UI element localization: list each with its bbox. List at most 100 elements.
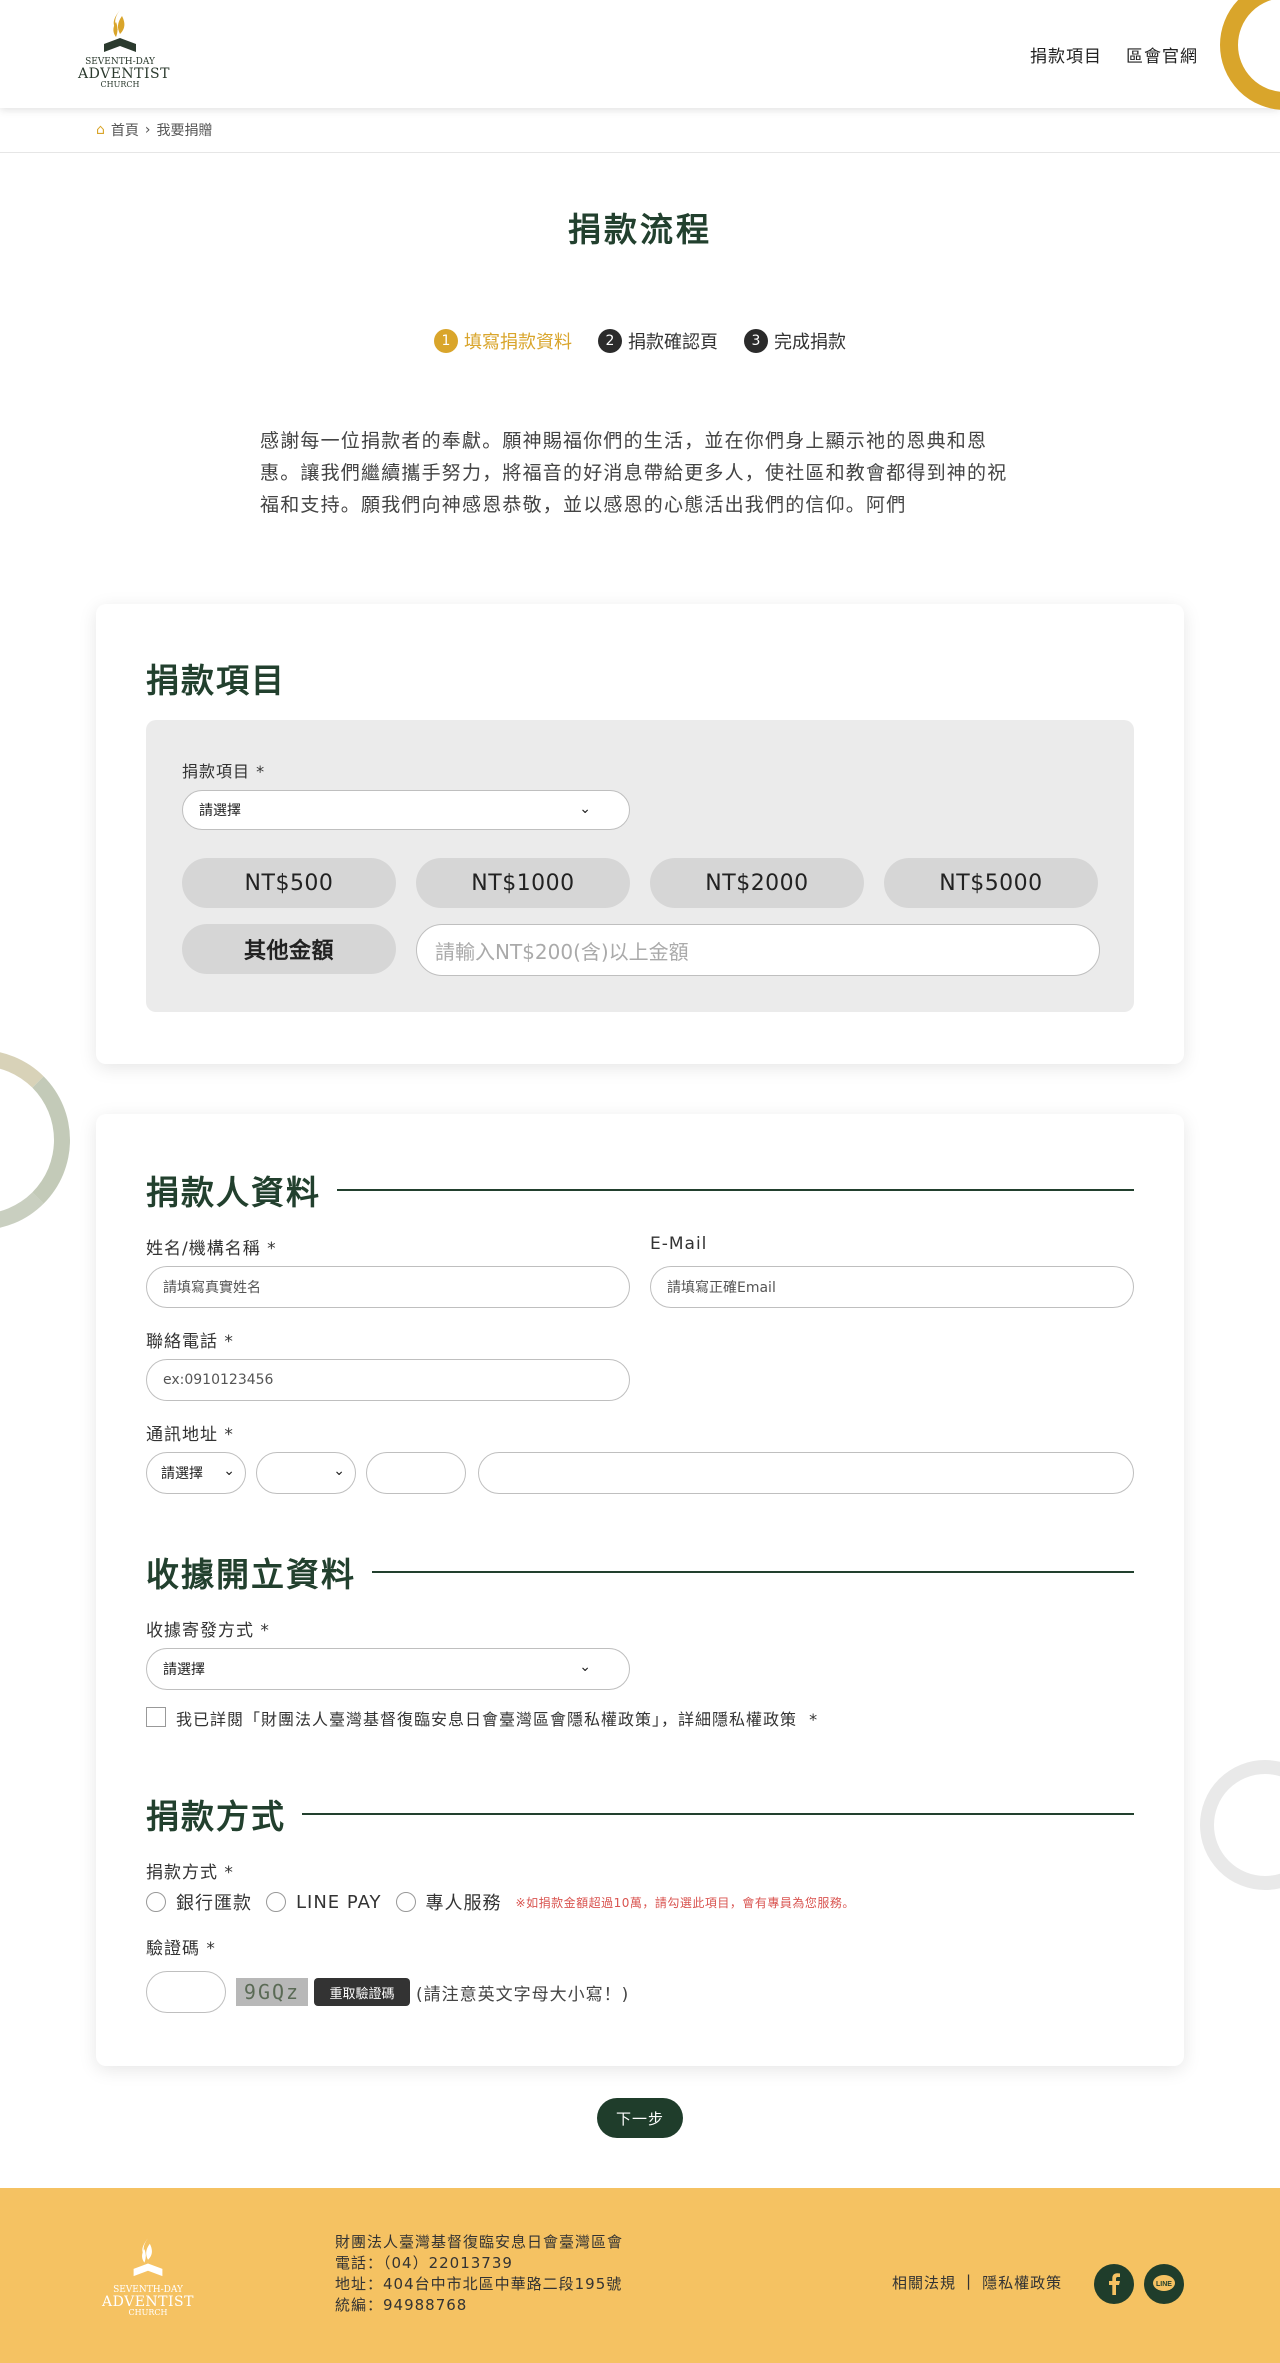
flame-book-icon — [104, 10, 136, 52]
other-amount-button[interactable]: 其他金額 — [182, 924, 396, 974]
next-step-button[interactable]: 下一步 — [597, 2098, 683, 2138]
footer-links: 相關法規 | 隱私權政策 — [892, 2272, 1062, 2293]
home-icon: ⌂ — [96, 122, 105, 138]
other-amount-input[interactable]: 請輸入NT$200(含)以上金額 — [416, 924, 1100, 976]
divider — [302, 1813, 1134, 1815]
facebook-icon[interactable] — [1094, 2264, 1134, 2304]
amount-500-button[interactable]: NT$500 — [182, 858, 396, 908]
payment-note: ※如捐款金額超過10萬，請勾選此項目，會有專員為您服務。 — [515, 1895, 855, 1910]
step-label: 捐款確認頁 — [628, 332, 718, 353]
org-address: 地址：404台中市北區中華路二段195號 — [335, 2275, 623, 2293]
captcha-input[interactable] — [146, 1971, 226, 2013]
field-label: 聯絡電話 * — [146, 1332, 234, 1352]
select-value: 請選擇 — [199, 803, 241, 819]
payment-option-personal[interactable]: 專人服務 — [395, 1889, 502, 1915]
nav-donation-items[interactable]: 捐款項目 — [1030, 42, 1102, 67]
main-nav: 捐款項目 區會官網 — [1030, 42, 1198, 67]
privacy-link[interactable]: 隱私權政策 — [982, 2272, 1062, 2293]
footer-logo: SEVENTH-DAY ADVENTIST CHURCH — [100, 2236, 196, 2317]
field-label: 收據寄發方式 * — [146, 1621, 270, 1641]
privacy-checkbox[interactable] — [146, 1707, 166, 1727]
logo-line: CHURCH — [128, 2308, 168, 2317]
radio-button[interactable] — [146, 1892, 166, 1912]
radio-button[interactable] — [395, 1892, 416, 1912]
field-label: 姓名/機構名稱 * — [146, 1239, 277, 1259]
option-label: 專人服務 — [425, 1893, 502, 1914]
select-value: 請選擇 — [161, 1466, 203, 1482]
section-title: 捐款方式 — [146, 1797, 286, 1836]
intro-text: 感謝每一位捐款者的奉獻。願神賜福你們的生活，並在你們身上顯示祂的恩典和恩惠。讓我… — [260, 430, 1008, 516]
progress-steps: 1 填寫捐款資料 2 捐款確認頁 3 完成捐款 — [0, 328, 1280, 354]
captcha-image: 9GQz — [236, 1978, 308, 2006]
payment-option-bank[interactable]: 銀行匯款 — [146, 1889, 252, 1915]
privacy-label[interactable]: 我已詳閱「財團法人臺灣基督復臨安息日會臺灣區會隱私權政策」，詳細隱私權政策 — [176, 1710, 797, 1729]
payment-method-group: 銀行匯款 LINE PAY 專人服務 ※如捐款金額超過10萬，請勾選此項目，會有… — [146, 1889, 855, 1915]
step-label: 完成捐款 — [774, 332, 846, 353]
link-separator: | — [966, 2272, 973, 2290]
divider — [0, 152, 1280, 153]
chevron-right-icon: › — [144, 122, 151, 138]
page-title: 捐款流程 — [568, 210, 712, 249]
flame-book-icon — [133, 2238, 163, 2277]
donor-info-card: 捐款人資料 姓名/機構名稱 * 請填寫真實姓名 E-Mail 請填寫正確Emai… — [96, 1114, 1184, 2066]
donation-item-select[interactable]: 請選擇 ⌄ — [182, 790, 630, 830]
field-label: E-Mail — [650, 1234, 708, 1254]
step-label: 填寫捐款資料 — [464, 332, 572, 353]
required-mark: * — [809, 1710, 819, 1729]
street-field[interactable] — [478, 1452, 1134, 1494]
email-field[interactable]: 請填寫正確Email — [650, 1266, 1134, 1308]
line-icon[interactable]: LINE — [1144, 2264, 1184, 2304]
option-label: 銀行匯款 — [176, 1893, 252, 1914]
step-3: 3 完成捐款 — [744, 328, 846, 354]
section-title: 收據開立資料 — [146, 1555, 356, 1594]
svg-text:LINE: LINE — [1156, 2281, 1172, 2288]
chevron-down-icon: ⌄ — [223, 1463, 235, 1479]
privacy-text: 我已詳閱「財團法人臺灣基督復臨安息日會臺灣區會隱私權政策」，詳細隱私權政策 * — [176, 1706, 818, 1730]
step-2: 2 捐款確認頁 — [598, 328, 718, 354]
field-label: 捐款方式 * — [146, 1863, 234, 1883]
law-link[interactable]: 相關法規 — [892, 2272, 956, 2293]
payment-option-linepay[interactable]: LINE PAY — [266, 1892, 382, 1913]
breadcrumb-current: 我要捐贈 — [156, 123, 213, 139]
phone-field[interactable]: ex:0910123456 — [146, 1359, 630, 1401]
field-label: 通訊地址 * — [146, 1425, 234, 1445]
breadcrumb-home[interactable]: 首頁 — [111, 120, 139, 140]
divider — [372, 1571, 1134, 1573]
site-footer: SEVENTH-DAY ADVENTIST CHURCH 財團法人臺灣基督復臨安… — [0, 2188, 1280, 2363]
captcha-hint: (請注意英文字母大小寫！) — [416, 1985, 630, 2005]
zip-field[interactable] — [366, 1452, 466, 1494]
logo-line: CHURCH — [100, 80, 140, 89]
divider — [337, 1189, 1134, 1191]
name-field[interactable]: 請填寫真實姓名 — [146, 1266, 630, 1308]
donation-items-card: 捐款項目 捐款項目 * 請選擇 ⌄ NT$500 NT$1000 NT$2000… — [96, 604, 1184, 1064]
section-title: 捐款項目 — [146, 661, 286, 700]
donation-options-panel: 捐款項目 * 請選擇 ⌄ NT$500 NT$1000 NT$2000 NT$5… — [146, 720, 1134, 1012]
breadcrumb: ⌂ 首頁 › 我要捐贈 — [96, 120, 213, 140]
section-header: 捐款方式 — [146, 1790, 1134, 1838]
chevron-down-icon: ⌄ — [579, 801, 591, 817]
receipt-method-select[interactable]: 請選擇 ⌄ — [146, 1648, 630, 1690]
step-number: 3 — [744, 329, 768, 353]
step-number: 2 — [598, 329, 622, 353]
radio-button[interactable] — [266, 1892, 286, 1912]
section-title: 捐款人資料 — [146, 1173, 321, 1212]
site-logo[interactable]: SEVENTH-DAY ADVENTIST CHURCH — [78, 8, 169, 98]
amount-1000-button[interactable]: NT$1000 — [416, 858, 630, 908]
nav-conference-site[interactable]: 區會官網 — [1126, 42, 1198, 67]
decorative-ring — [0, 1050, 70, 1230]
chevron-down-icon: ⌄ — [333, 1463, 345, 1479]
org-phone: 電話：（04）22013739 — [335, 2254, 513, 2272]
city-select[interactable]: 請選擇 ⌄ — [146, 1452, 246, 1494]
select-value: 請選擇 — [163, 1662, 205, 1678]
footer-info: 財團法人臺灣基督復臨安息日會臺灣區會 電話：（04）22013739 地址：40… — [335, 2232, 623, 2316]
amount-5000-button[interactable]: NT$5000 — [884, 858, 1098, 908]
field-label: 驗證碼 * — [146, 1939, 216, 1959]
refresh-captcha-button[interactable]: 重取驗證碼 — [314, 1978, 410, 2006]
site-header: SEVENTH-DAY ADVENTIST CHURCH 捐款項目 區會官網 — [0, 0, 1280, 108]
logo-line: ADVENTIST — [102, 2294, 194, 2310]
decorative-ring — [1200, 1760, 1280, 1890]
step-1: 1 填寫捐款資料 — [434, 328, 572, 354]
step-number: 1 — [434, 329, 458, 353]
amount-2000-button[interactable]: NT$2000 — [650, 858, 864, 908]
district-select[interactable]: ⌄ — [256, 1452, 356, 1494]
